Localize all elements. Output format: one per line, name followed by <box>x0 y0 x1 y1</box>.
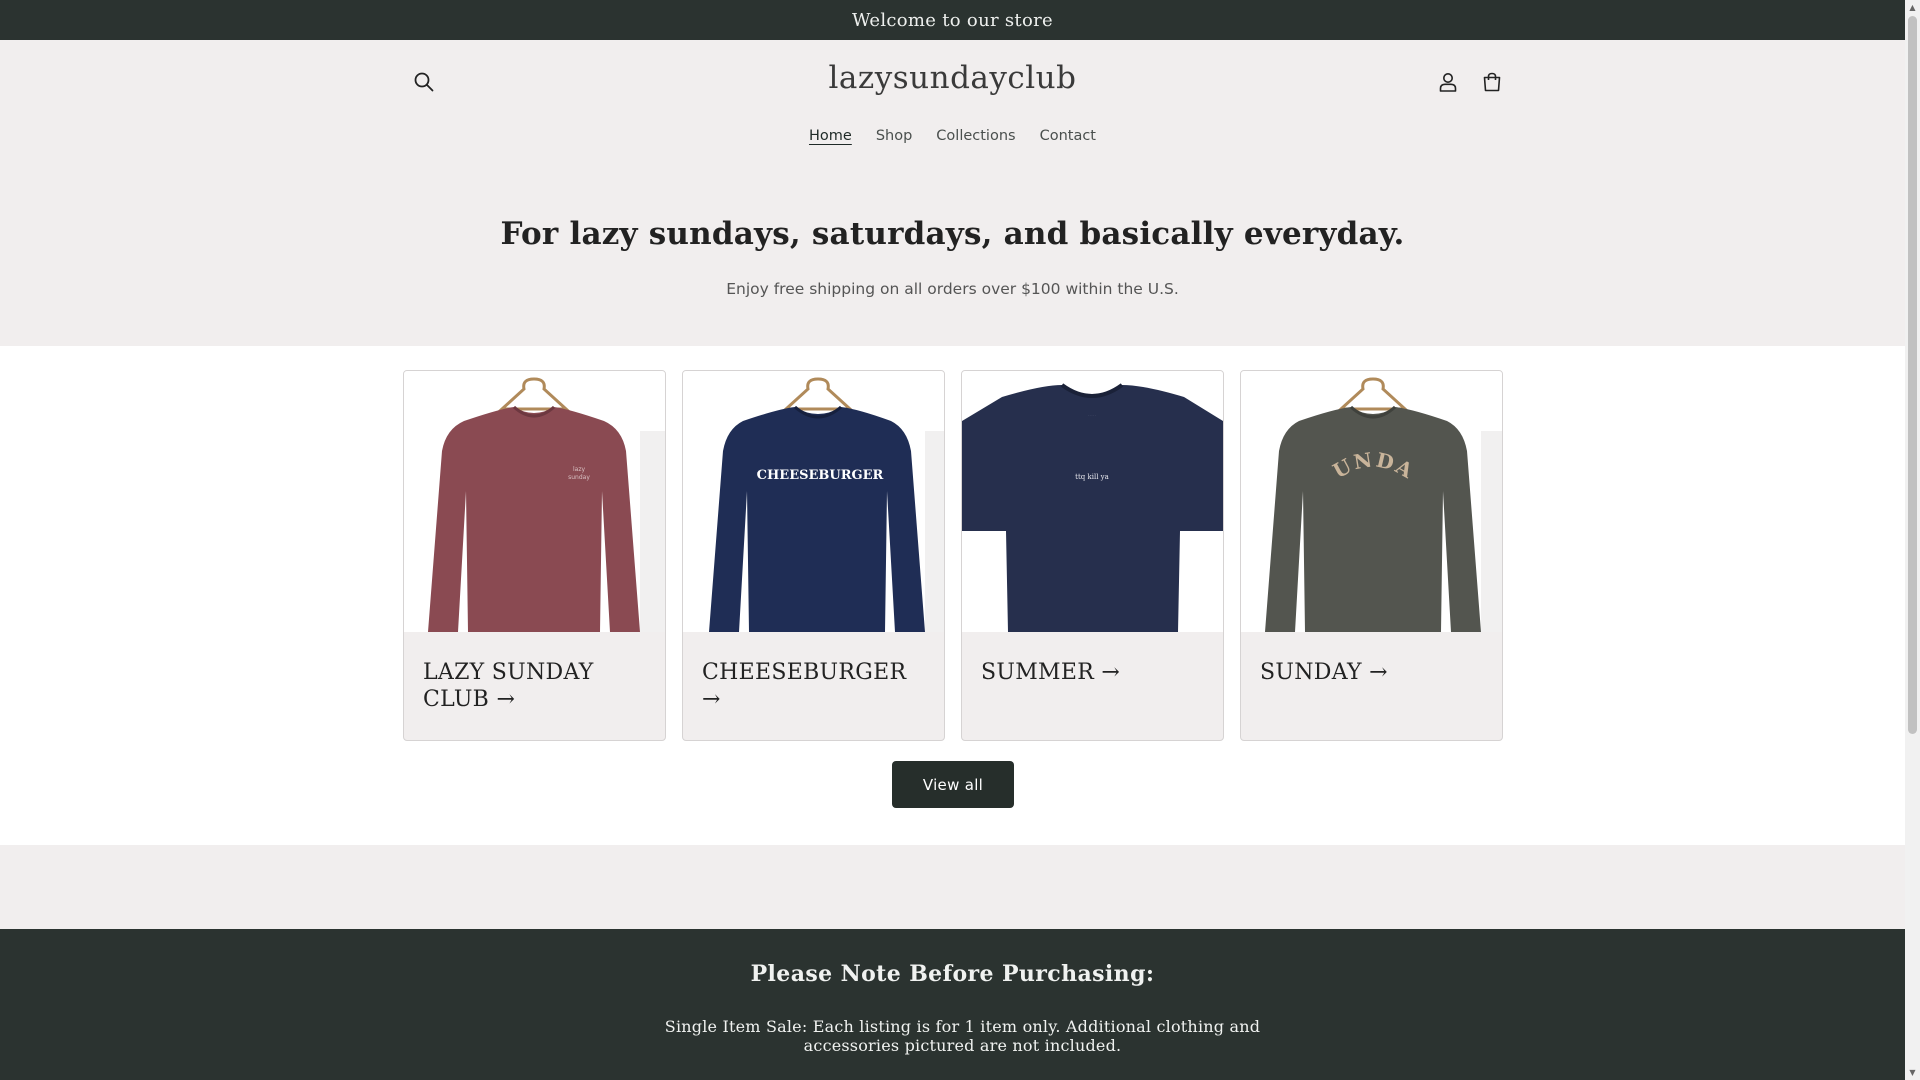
scroll-down-arrow-icon[interactable]: ▼ <box>1905 1065 1920 1080</box>
svg-text:· · · · ·: · · · · · <box>1088 413 1097 417</box>
hero-title: For lazy sundays, saturdays, and basical… <box>500 216 1405 252</box>
nav-shop[interactable]: Shop <box>864 124 924 148</box>
nav-contact[interactable]: Contact <box>1028 124 1108 148</box>
collection-card-sunday[interactable]: SUNDAY SUNDAY → <box>1240 370 1503 741</box>
garment-print: CHEESEBURGER <box>757 468 884 483</box>
hero-subtitle: Enjoy free shipping on all orders over $… <box>726 280 1179 298</box>
note-title: Please Note Before Purchasing: <box>750 961 1155 987</box>
collection-image: CHEESEBURGER <box>683 371 944 632</box>
collection-title: SUNDAY → <box>1260 660 1388 685</box>
svg-text:lazy: lazy <box>573 466 585 473</box>
collection-title: CHEESEBURGER → <box>702 660 907 712</box>
store-logo[interactable]: lazysundayclub <box>0 60 1905 96</box>
collection-card-cheeseburger[interactable]: CHEESEBURGER CHEESEBURGER → <box>682 370 945 741</box>
collection-image: ttq kill ya · · · · · <box>962 371 1223 632</box>
collection-image: SUNDAY <box>1241 371 1502 632</box>
garment-body <box>709 407 925 632</box>
vertical-scrollbar[interactable]: ▲ ▼ <box>1905 0 1920 1080</box>
nav-home[interactable]: Home <box>797 124 864 148</box>
collection-card-lazy-sunday-club[interactable]: lazy sunday LAZY SUNDAY CLUB → <box>403 370 666 741</box>
main-nav: Home Shop Collections Contact <box>0 124 1905 148</box>
garment-body <box>1265 407 1481 632</box>
account-icon[interactable] <box>1428 62 1468 102</box>
garment-body <box>962 385 1223 632</box>
collection-image: lazy sunday <box>404 371 665 632</box>
scroll-thumb[interactable] <box>1908 16 1917 734</box>
nav-collections[interactable]: Collections <box>924 124 1027 148</box>
garment-print: ttq kill ya <box>1075 473 1109 481</box>
purchase-note-section: Please Note Before Purchasing: Single It… <box>0 929 1905 1080</box>
collection-title: SUMMER → <box>981 660 1121 685</box>
garment-body <box>428 407 640 632</box>
page: Welcome to our store lazysundayclub Home… <box>0 0 1905 1080</box>
svg-text:sunday: sunday <box>568 474 590 481</box>
announcement-text: Welcome to our store <box>852 9 1053 31</box>
collection-title: LAZY SUNDAY CLUB → <box>423 660 594 712</box>
header: lazysundayclub Home Shop Collections Con… <box>0 40 1905 346</box>
collection-list: lazy sunday LAZY SUNDAY CLUB → CHEESEBUR… <box>403 370 1503 741</box>
spacer-band <box>0 845 1905 929</box>
view-all-button[interactable]: View all <box>892 761 1014 808</box>
note-body: Single Item Sale: Each listing is for 1 … <box>664 1017 1261 1055</box>
announcement-bar: Welcome to our store <box>0 0 1905 40</box>
scroll-up-arrow-icon[interactable]: ▲ <box>1905 0 1920 15</box>
cart-icon[interactable] <box>1472 62 1512 102</box>
collection-card-summer[interactable]: ttq kill ya · · · · · SUMMER → <box>961 370 1224 741</box>
